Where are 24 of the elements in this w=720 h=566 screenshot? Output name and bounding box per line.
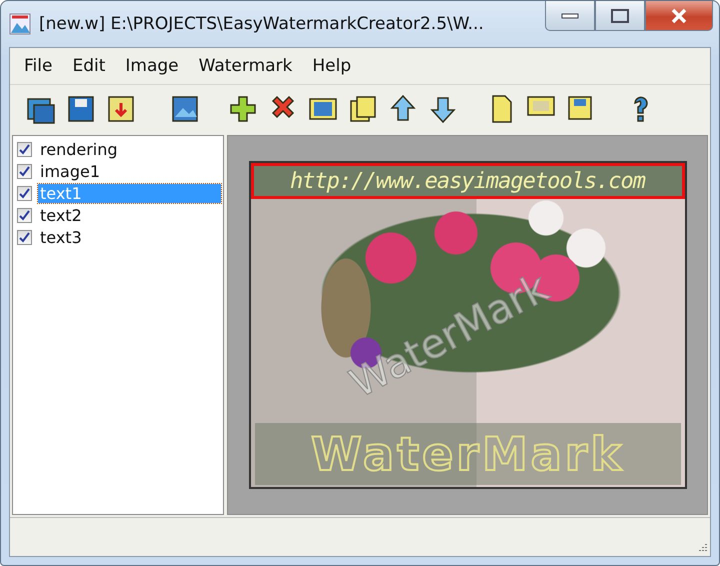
- checkbox[interactable]: [17, 186, 32, 200]
- resize-grip-icon: [696, 542, 708, 554]
- maximize-icon: [611, 8, 629, 22]
- checkbox[interactable]: [17, 230, 32, 244]
- layer-item[interactable]: image1: [38, 162, 102, 180]
- menu-item[interactable]: Edit: [64, 54, 114, 78]
- checkbox[interactable]: [17, 164, 32, 178]
- window-title: [new.w] E:\PROJECTS\EasyWatermarkCreator2.5\W...: [39, 14, 485, 34]
- minimize-icon: [561, 12, 579, 20]
- layer-item[interactable]: text2: [38, 206, 84, 224]
- menu-item[interactable]: Help: [304, 54, 360, 78]
- menu-item[interactable]: Image: [117, 54, 187, 78]
- app-icon: [9, 13, 31, 35]
- close-icon: [670, 8, 688, 24]
- menu-item[interactable]: File: [16, 54, 60, 78]
- maximize-button[interactable]: [595, 1, 645, 31]
- close-button[interactable]: [645, 1, 713, 31]
- layer-item[interactable]: text3: [38, 228, 84, 246]
- layer-item[interactable]: rendering: [38, 140, 120, 158]
- minimize-button[interactable]: [545, 1, 595, 31]
- menu-item[interactable]: Watermark: [190, 54, 300, 78]
- checkbox[interactable]: [17, 142, 32, 156]
- url-watermark-text[interactable]: http://www.easyimagetools.com: [250, 163, 684, 199]
- checkbox[interactable]: [17, 208, 32, 222]
